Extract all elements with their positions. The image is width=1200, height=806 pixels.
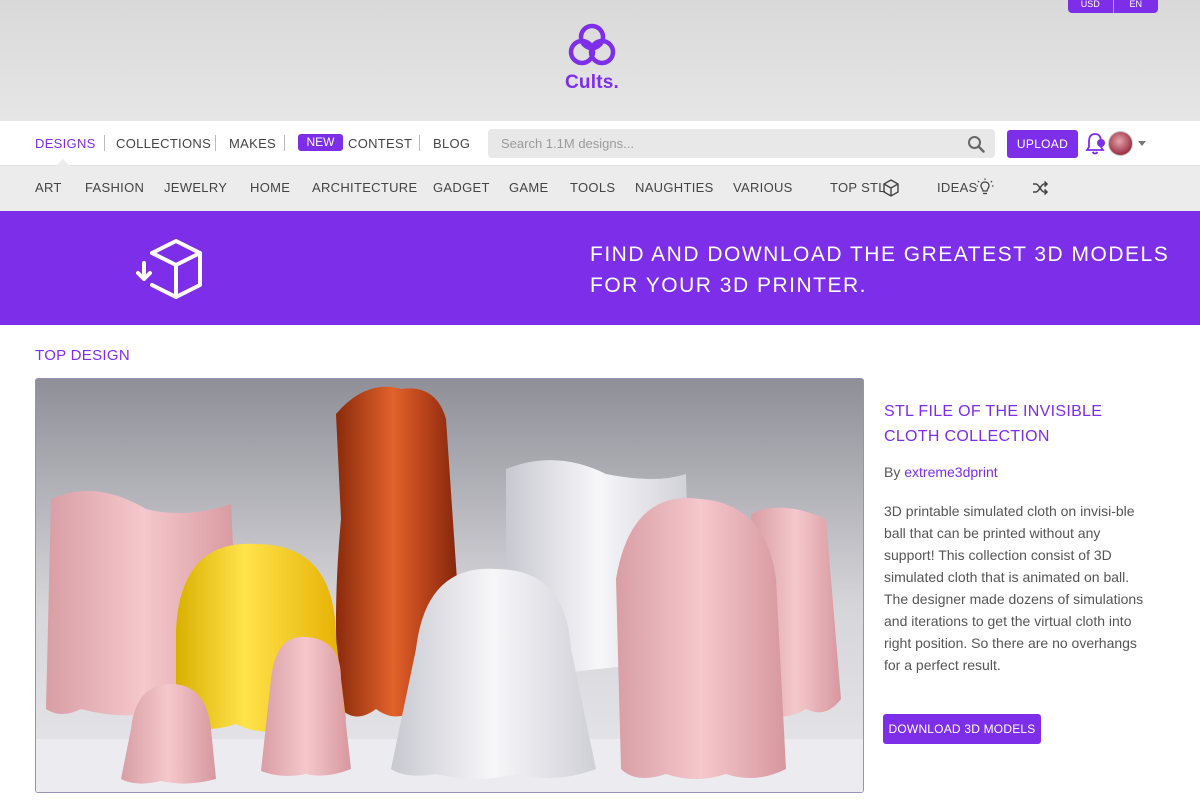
nav-contest[interactable]: CONTEST — [348, 136, 412, 151]
nav-collections[interactable]: COLLECTIONS — [116, 136, 211, 151]
by-label: By — [884, 464, 901, 480]
section-title: TOP DESIGN — [35, 347, 130, 364]
nav-divider — [104, 135, 105, 151]
author-link[interactable]: extreme3dprint — [904, 464, 997, 480]
nav-divider — [215, 135, 216, 151]
new-badge: NEW — [298, 134, 343, 151]
category-fashion[interactable]: FASHION — [85, 180, 144, 195]
site-header: USD EN Cults. — [0, 0, 1200, 121]
chevron-down-icon[interactable] — [1138, 141, 1146, 146]
search-input[interactable] — [488, 129, 948, 158]
design-title[interactable]: STL FILE OF THE INVISIBLE CLOTH COLLECTI… — [884, 399, 1144, 449]
lightbulb-icon — [976, 178, 994, 195]
banner-line-1: FIND AND DOWNLOAD THE GREATEST 3D MODELS — [590, 243, 1170, 266]
shuffle-icon[interactable] — [1032, 181, 1048, 195]
cloth-collection-illustration — [36, 379, 863, 792]
category-various[interactable]: VARIOUS — [733, 180, 793, 195]
nav-blog[interactable]: BLOG — [433, 136, 470, 151]
user-avatar[interactable] — [1108, 131, 1133, 156]
author-byline: By extreme3dprint — [884, 464, 998, 480]
category-gadget[interactable]: GADGET — [433, 180, 490, 195]
download-button[interactable]: DOWNLOAD 3D MODELS — [883, 714, 1041, 744]
cube-icon — [883, 179, 899, 197]
cults-logo-icon — [568, 23, 616, 66]
banner-text: FIND AND DOWNLOAD THE GREATEST 3D MODELS… — [590, 239, 1169, 301]
category-architecture[interactable]: ARCHITECTURE — [312, 180, 417, 195]
currency-selector[interactable]: USD — [1068, 0, 1113, 13]
hero-banner: FIND AND DOWNLOAD THE GREATEST 3D MODELS… — [0, 211, 1200, 325]
category-naughties[interactable]: NAUGHTIES — [635, 180, 714, 195]
search-bar — [488, 129, 995, 158]
upload-button[interactable]: UPLOAD — [1007, 130, 1078, 158]
nav-designs[interactable]: DESIGNS — [35, 136, 96, 151]
category-jewelry[interactable]: JEWELRY — [164, 180, 227, 195]
search-icon[interactable] — [967, 135, 985, 153]
nav-makes[interactable]: MAKES — [229, 136, 276, 151]
logo-text: Cults. — [565, 72, 619, 93]
category-nav: ART FASHION JEWELRY HOME ARCHITECTURE GA… — [0, 166, 1200, 211]
design-description: 3D printable simulated cloth on invisi-b… — [884, 503, 1144, 673]
nav-divider — [419, 135, 420, 151]
category-home[interactable]: HOME — [250, 180, 290, 195]
ideas-link[interactable]: IDEAS — [937, 180, 978, 195]
notification-bell-icon[interactable] — [1085, 132, 1105, 156]
design-image[interactable] — [35, 378, 864, 793]
download-box-icon — [136, 239, 202, 299]
category-game[interactable]: GAME — [509, 180, 548, 195]
banner-line-2: FOR YOUR 3D PRINTER. — [590, 274, 867, 297]
language-selector[interactable]: EN — [1112, 0, 1159, 13]
locale-switcher[interactable]: USD EN — [1068, 0, 1158, 13]
nav-divider — [284, 135, 285, 151]
category-tools[interactable]: TOOLS — [570, 180, 615, 195]
top-stl-link[interactable]: TOP STL — [830, 180, 886, 195]
site-logo[interactable]: Cults. — [560, 22, 624, 102]
category-art[interactable]: ART — [35, 180, 62, 195]
active-nav-indicator — [56, 159, 70, 166]
